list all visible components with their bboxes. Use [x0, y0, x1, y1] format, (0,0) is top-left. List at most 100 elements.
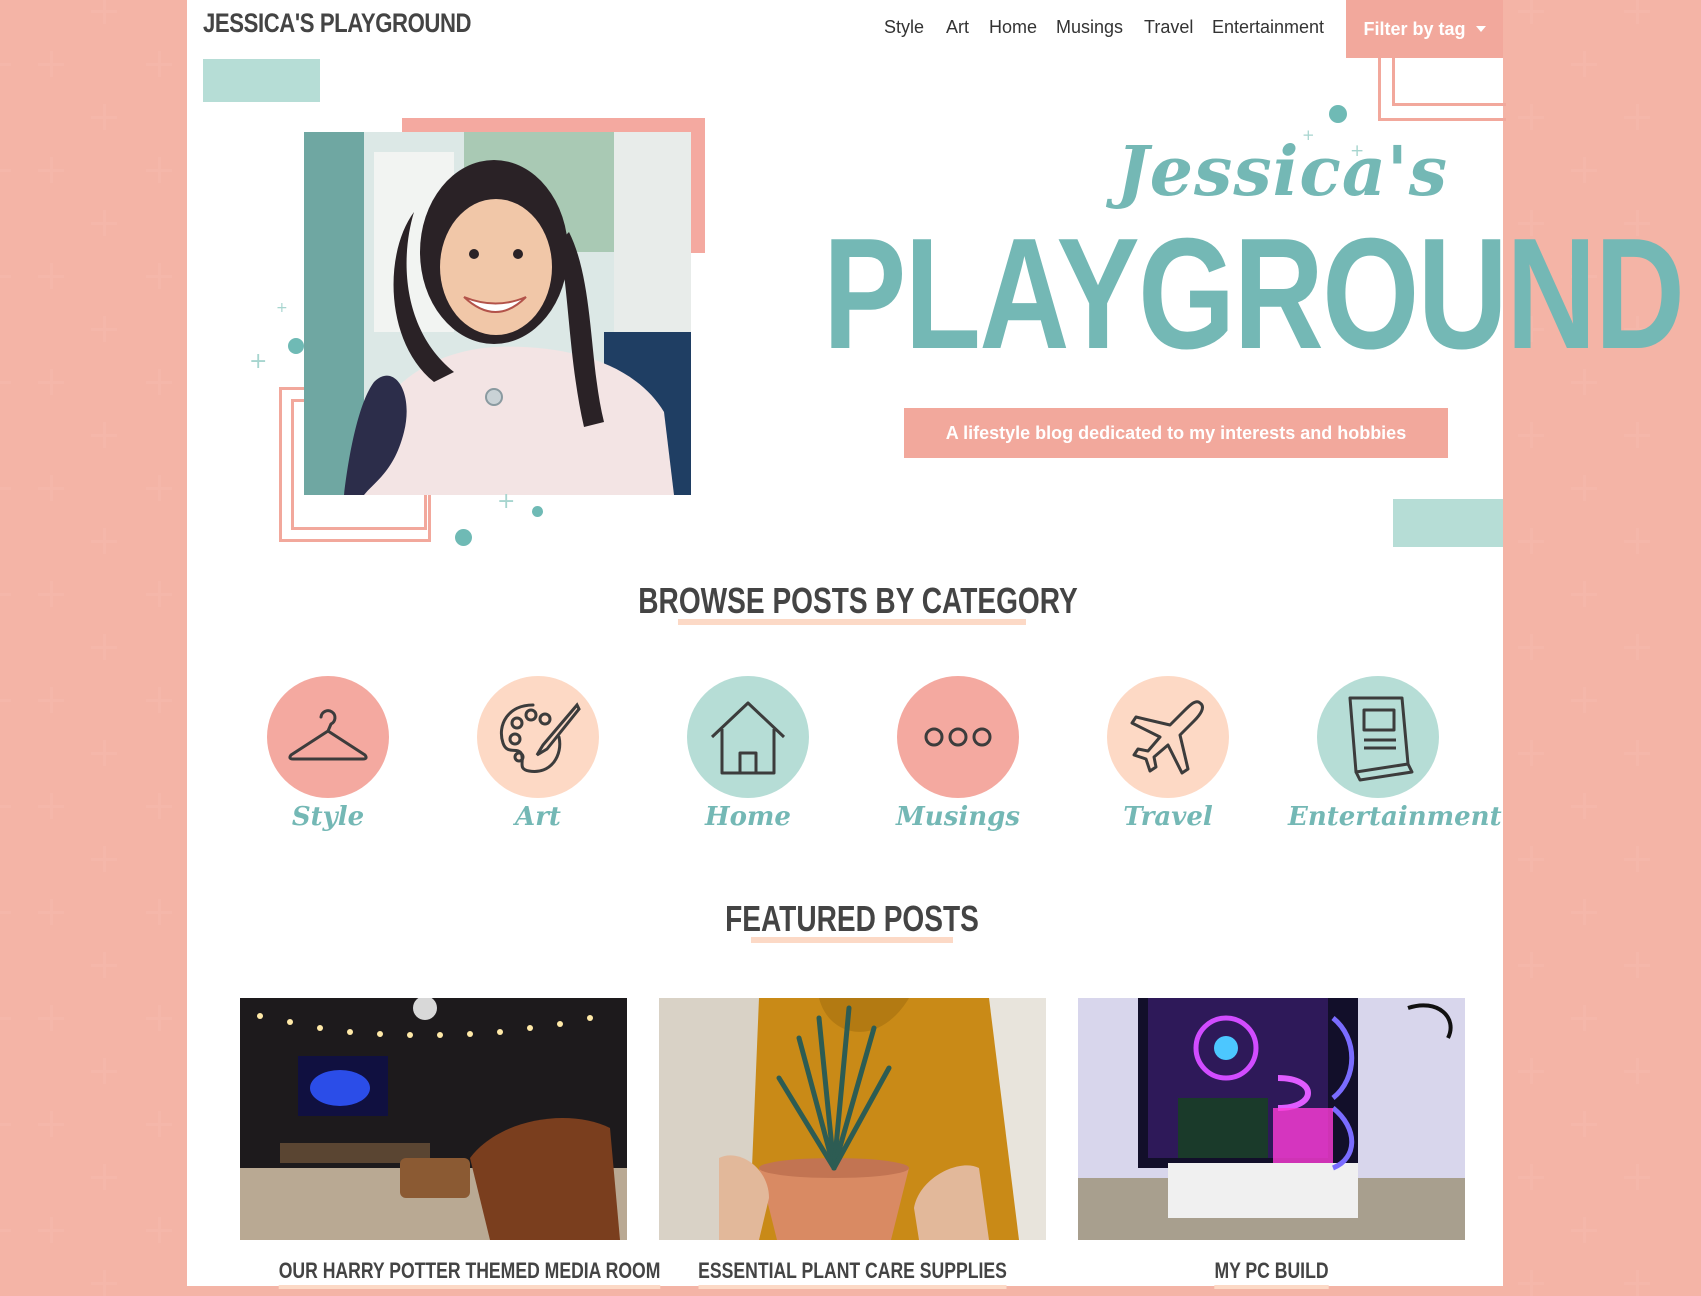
plus-pattern-icon	[0, 687, 11, 713]
plus-pattern-icon	[1518, 104, 1544, 130]
category-musings[interactable]: Musings	[868, 676, 1048, 832]
plus-pattern-icon	[0, 475, 11, 501]
plus-pattern-icon	[0, 1111, 11, 1137]
plus-pattern-icon	[1624, 0, 1650, 24]
plus-pattern-icon	[1518, 952, 1544, 978]
plus-pattern-icon	[91, 846, 117, 872]
plus-pattern-icon	[1624, 1270, 1650, 1296]
plus-pattern-icon	[1624, 846, 1650, 872]
plus-pattern-icon	[38, 157, 64, 183]
featured-post-card[interactable]: OUR HARRY POTTER THEMED MEDIA ROOM	[240, 998, 661, 1289]
house-icon	[687, 676, 809, 798]
plus-pattern-icon	[146, 263, 172, 289]
profile-photo	[304, 132, 691, 495]
plus-pattern-icon	[146, 51, 172, 77]
decor-mint-block-right	[1393, 499, 1503, 547]
plus-pattern-icon	[1518, 1270, 1544, 1296]
plus-pattern-icon	[1518, 0, 1544, 24]
decor-plus-icon: +	[497, 489, 516, 514]
plus-pattern-icon	[91, 316, 117, 342]
category-home[interactable]: Home	[658, 676, 838, 832]
plus-pattern-icon	[0, 1005, 11, 1031]
category-label: Musings	[896, 802, 1020, 832]
plus-pattern-icon	[146, 581, 172, 607]
plus-pattern-icon	[91, 634, 117, 660]
plus-pattern-icon	[91, 210, 117, 236]
plus-pattern-icon	[38, 263, 64, 289]
post-thumbnail-media-room[interactable]	[240, 998, 627, 1240]
decor-mint-block	[203, 59, 320, 102]
plus-pattern-icon	[1518, 1058, 1544, 1084]
plus-pattern-icon	[1624, 104, 1650, 130]
plus-pattern-icon	[1571, 687, 1597, 713]
plus-pattern-icon	[146, 475, 172, 501]
plus-pattern-icon	[1518, 1164, 1544, 1190]
airplane-icon	[1107, 676, 1229, 798]
plus-pattern-icon	[38, 899, 64, 925]
section-heading-featured: FEATURED POSTS	[725, 898, 979, 939]
plus-pattern-icon	[38, 793, 64, 819]
plus-pattern-icon	[91, 1058, 117, 1084]
filter-by-tag-dropdown[interactable]: Filter by tag	[1346, 0, 1503, 58]
plus-pattern-icon	[1624, 1058, 1650, 1084]
hanger-icon	[267, 676, 389, 798]
category-style[interactable]: Style	[238, 676, 418, 832]
category-label: Art	[515, 802, 561, 832]
nav-link-art[interactable]: Art	[946, 17, 969, 38]
plus-pattern-icon	[146, 793, 172, 819]
plus-pattern-icon	[146, 1111, 172, 1137]
decor-plus-icon: +	[1302, 126, 1315, 144]
plus-pattern-icon	[146, 687, 172, 713]
plus-pattern-icon	[91, 104, 117, 130]
decor-dot	[532, 506, 543, 517]
plus-pattern-icon	[1571, 1111, 1597, 1137]
decor-plus-icon: +	[1350, 141, 1365, 161]
plus-pattern-icon	[0, 1217, 11, 1243]
category-label: Travel	[1123, 802, 1213, 832]
plus-pattern-icon	[91, 952, 117, 978]
plus-pattern-icon	[38, 1111, 64, 1137]
post-thumbnail-pc-build[interactable]	[1078, 998, 1465, 1240]
decor-dot	[1329, 105, 1347, 123]
plus-pattern-icon	[0, 793, 11, 819]
nav-link-entertainment[interactable]: Entertainment	[1212, 17, 1324, 38]
plus-pattern-icon	[91, 740, 117, 766]
featured-post-card[interactable]: ESSENTIAL PLANT CARE SUPPLIES	[659, 998, 1046, 1289]
post-title[interactable]: ESSENTIAL PLANT CARE SUPPLIES	[698, 1258, 1007, 1289]
site-brand[interactable]: JESSICA'S PLAYGROUND	[203, 8, 472, 39]
post-title[interactable]: MY PC BUILD	[1214, 1258, 1329, 1289]
post-thumbnail-plant-care[interactable]	[659, 998, 1046, 1240]
nav-link-home[interactable]: Home	[989, 17, 1037, 38]
plus-pattern-icon	[1518, 846, 1544, 872]
hero-title: PLAYGROUND	[823, 206, 1685, 382]
category-travel[interactable]: Travel	[1078, 676, 1258, 832]
plus-pattern-icon	[1518, 422, 1544, 448]
plus-pattern-icon	[146, 1005, 172, 1031]
plus-pattern-icon	[0, 899, 11, 925]
category-label: Style	[291, 802, 365, 832]
decor-plus-icon: +	[276, 300, 288, 316]
nav-link-musings[interactable]: Musings	[1056, 17, 1123, 38]
plus-pattern-icon	[1624, 952, 1650, 978]
nav-link-style[interactable]: Style	[884, 17, 924, 38]
caret-down-icon	[1475, 26, 1486, 32]
featured-post-card[interactable]: MY PC BUILD	[1078, 998, 1465, 1289]
plus-pattern-icon	[38, 581, 64, 607]
section-heading-categories: BROWSE POSTS BY CATEGORY	[638, 580, 1078, 621]
plus-pattern-icon	[0, 263, 11, 289]
plus-pattern-icon	[91, 422, 117, 448]
plus-pattern-icon	[38, 475, 64, 501]
ellipsis-icon	[897, 676, 1019, 798]
plus-pattern-icon	[1624, 528, 1650, 554]
category-art[interactable]: Art	[448, 676, 628, 832]
plus-pattern-icon	[91, 1270, 117, 1296]
nav-link-travel[interactable]: Travel	[1144, 17, 1193, 38]
plus-pattern-icon	[1624, 422, 1650, 448]
post-title[interactable]: OUR HARRY POTTER THEMED MEDIA ROOM	[278, 1258, 661, 1289]
plus-pattern-icon	[146, 157, 172, 183]
category-entertainment[interactable]: Entertainment	[1288, 676, 1502, 832]
plus-pattern-icon	[146, 1217, 172, 1243]
hero-script-title: Jessica's	[1116, 132, 1448, 212]
plus-pattern-icon	[38, 687, 64, 713]
plus-pattern-icon	[1624, 1164, 1650, 1190]
